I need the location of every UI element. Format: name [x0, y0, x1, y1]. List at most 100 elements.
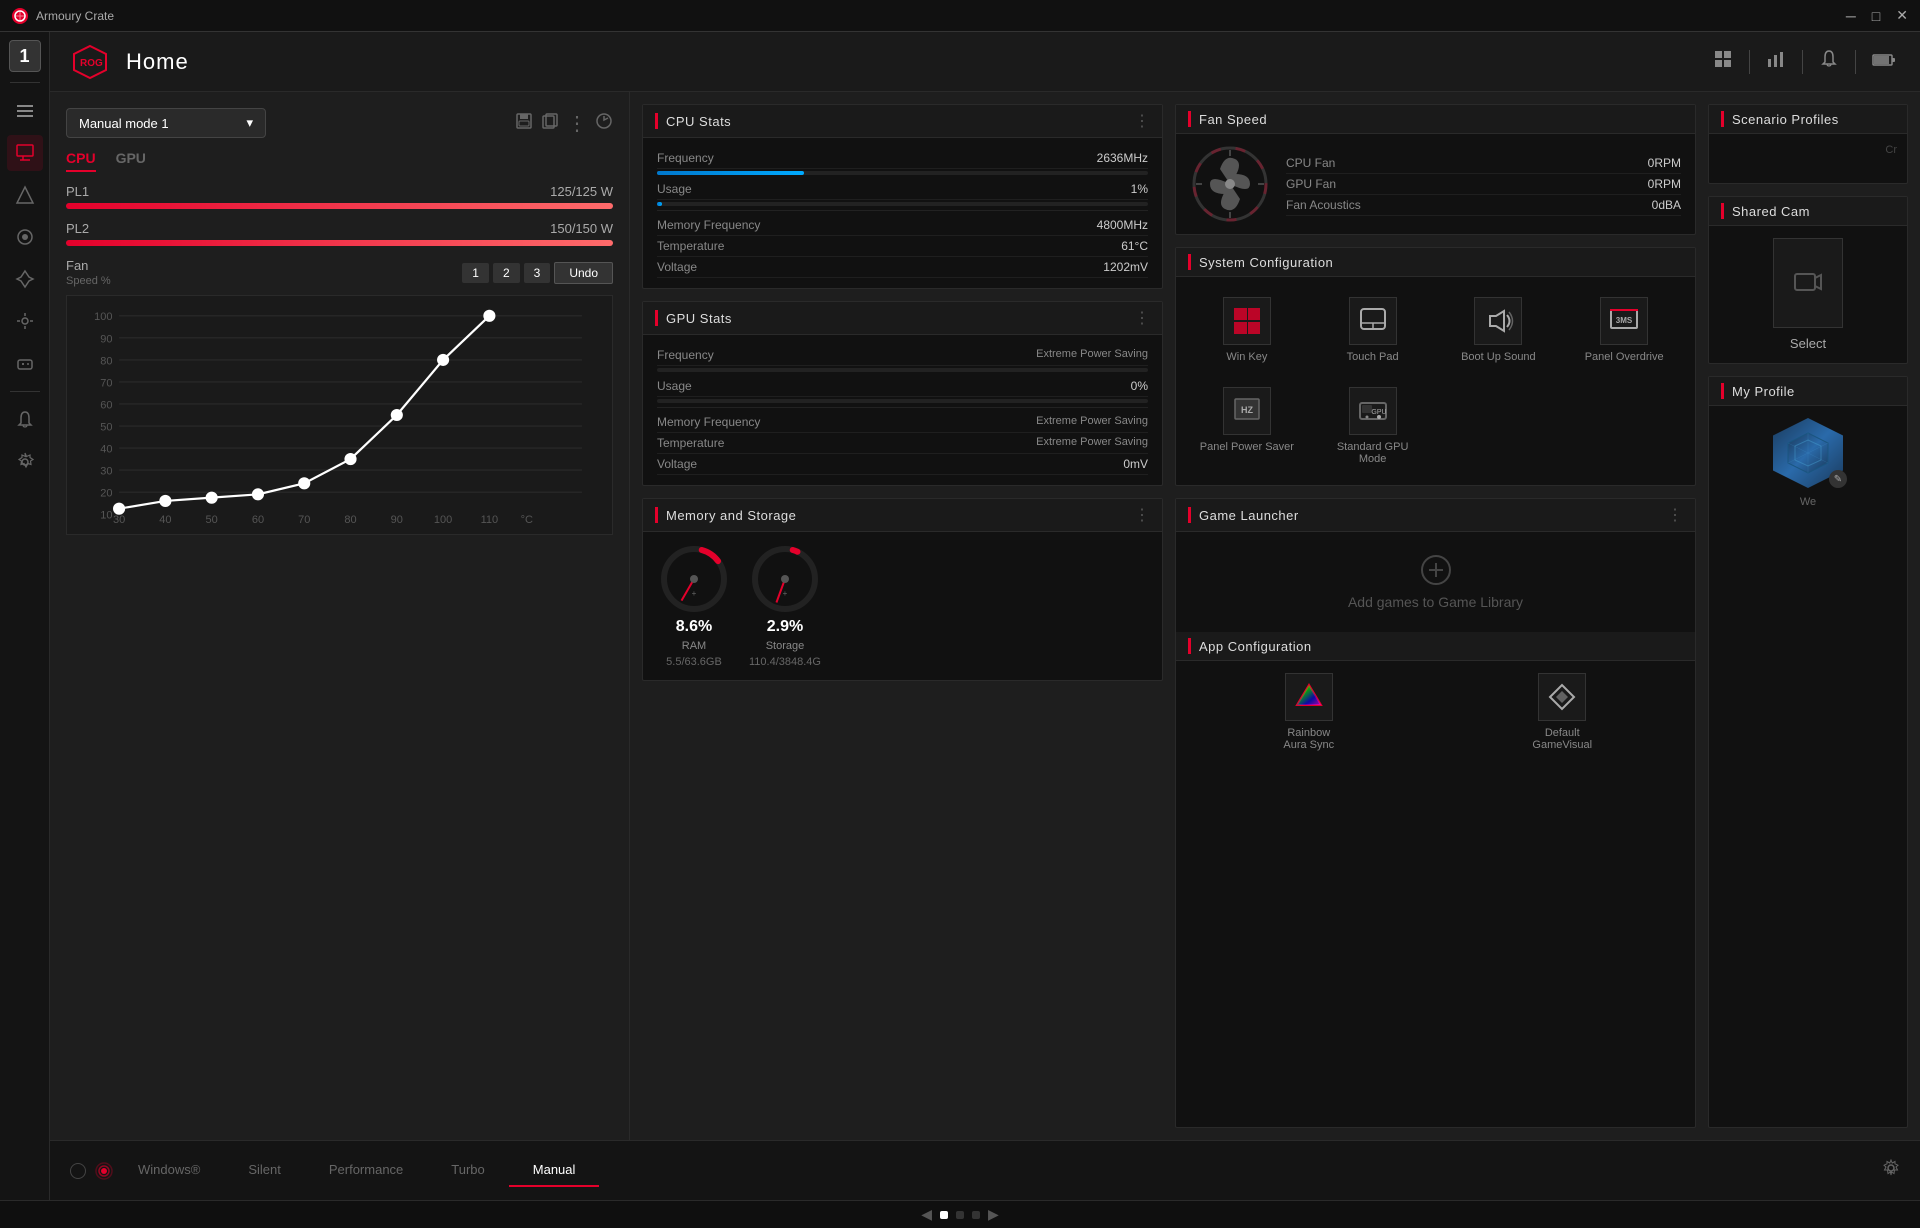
svg-text:50: 50	[206, 514, 218, 526]
sidebar-item-tools[interactable]	[7, 303, 43, 339]
mode-tab-turbo[interactable]: Turbo	[427, 1154, 508, 1187]
app-config-game-visual[interactable]: Default GameVisual	[1442, 673, 1684, 751]
minimize-button[interactable]: ─	[1846, 8, 1856, 24]
config-touch-pad[interactable]: Touch Pad	[1314, 289, 1432, 371]
bottom-dot-1[interactable]	[940, 1211, 948, 1219]
fan-chart-svg: 100 90 80 70 60 50 40 30 20 10 30	[75, 304, 604, 526]
mem-storage-more-icon[interactable]: ⋮	[1134, 505, 1150, 525]
bottom-modes-bar: Windows® Silent Performance Turbo Manual	[50, 1140, 1920, 1200]
touch-pad-icon	[1349, 297, 1397, 345]
refresh-icon[interactable]	[595, 112, 613, 135]
app-config-rainbow-aura[interactable]: Rainbow Aura Sync	[1188, 673, 1430, 751]
sidebar-item-notification[interactable]	[7, 402, 43, 438]
config-gpu-mode[interactable]: GPU Standard GPU Mode	[1314, 379, 1432, 473]
gpu-frequency-label: Frequency	[657, 348, 714, 362]
gpu-stats-card: GPU Stats ⋮ Frequency Extreme Power Savi…	[642, 301, 1163, 486]
gpu-stats-more-icon[interactable]: ⋮	[1134, 308, 1150, 328]
boot-up-sound-label: Boot Up Sound	[1461, 351, 1536, 363]
stats-icon[interactable]	[1762, 45, 1790, 78]
bottom-prev-icon[interactable]: ◀	[921, 1206, 932, 1223]
tab-cpu[interactable]: CPU	[66, 150, 96, 172]
mode-dropdown[interactable]: Manual mode 1 ▾	[66, 108, 266, 138]
fan-label: Fan	[66, 258, 88, 273]
ram-percentage: 8.6%	[676, 618, 712, 636]
tab-gpu[interactable]: GPU	[116, 150, 146, 172]
svg-text:+: +	[692, 589, 697, 598]
svg-text:°C: °C	[521, 514, 533, 526]
bottom-dot-3[interactable]	[972, 1211, 980, 1219]
pl1-slider-track[interactable]	[66, 203, 613, 209]
sidebar-item-scenario[interactable]	[7, 261, 43, 297]
close-button[interactable]: ✕	[1896, 7, 1908, 24]
settings-gear-icon[interactable]	[1882, 1159, 1900, 1182]
svg-text:90: 90	[100, 333, 112, 345]
mode-tab-performance[interactable]: Performance	[305, 1154, 427, 1187]
copy-icon[interactable]	[541, 112, 559, 135]
fan-undo-button[interactable]: Undo	[554, 262, 613, 284]
config-win-key[interactable]: Win Key	[1188, 289, 1306, 371]
mem-storage-body: + 8.6% RAM 5.5/63.6GB	[643, 532, 1162, 680]
header-divider-3	[1855, 50, 1856, 74]
sidebar-item-menu[interactable]	[7, 93, 43, 129]
sidebar-item-settings[interactable]	[7, 444, 43, 480]
cpu-stats-more-icon[interactable]: ⋮	[1134, 111, 1150, 131]
rainbow-aura-label: Rainbow Aura Sync	[1283, 727, 1334, 751]
mode-tab-manual[interactable]: Manual	[509, 1154, 600, 1187]
gpu-usage-value: 0%	[1131, 379, 1148, 393]
more-options-icon[interactable]: ⋮	[567, 111, 587, 136]
cpu-temp-row: Temperature 61°C	[657, 236, 1148, 257]
save-icon[interactable]	[515, 112, 533, 135]
config-boot-up-sound[interactable]: Boot Up Sound	[1440, 289, 1558, 371]
gpu-voltage-value: 0mV	[1123, 457, 1148, 471]
cpu-divider-1	[657, 210, 1148, 211]
storage-gauge: +	[750, 544, 820, 614]
profile-edit-button[interactable]: ✎	[1829, 470, 1847, 488]
sidebar-item-game[interactable]	[7, 345, 43, 381]
my-profile-accent	[1721, 383, 1724, 399]
maximize-button[interactable]: □	[1872, 8, 1880, 24]
cpu-frequency-bar	[657, 171, 1148, 175]
fan-preset-3[interactable]: 3	[524, 263, 551, 283]
header-divider-1	[1749, 50, 1750, 74]
sidebar-item-aura[interactable]	[7, 177, 43, 213]
svg-text:50: 50	[100, 421, 112, 433]
bottom-dot-2[interactable]	[956, 1211, 964, 1219]
mode-tab-windows[interactable]: Windows®	[114, 1154, 224, 1187]
storage-gauge-container: + 2.9% Storage 110.4/3848.4G	[749, 544, 821, 668]
fan-sublabel: Speed %	[66, 275, 111, 287]
game-launcher-more-icon[interactable]: ⋮	[1667, 505, 1683, 525]
sidebar-item-devices[interactable]	[7, 135, 43, 171]
bottom-next-icon[interactable]: ▶	[988, 1206, 999, 1223]
cpu-usage-label: Usage	[657, 182, 692, 196]
cpu-memfreq-row: Memory Frequency 4800MHz	[657, 215, 1148, 236]
shared-cam-select-button[interactable]: Select	[1790, 336, 1826, 351]
mode-circle-button[interactable]	[70, 1163, 86, 1179]
gpu-stats-accent	[655, 310, 658, 326]
pl2-slider-track[interactable]	[66, 240, 613, 246]
cpu-usage-bar-fill	[657, 202, 662, 206]
my-profile-body: ✎ We	[1709, 406, 1907, 520]
win-key-icon	[1223, 297, 1271, 345]
fan-stats: CPU Fan 0RPM GPU Fan 0RPM Fan Acoustics …	[1286, 153, 1681, 216]
fan-dial-icon	[1190, 144, 1270, 224]
fan-preset-1[interactable]: 1	[462, 263, 489, 283]
sidebar-item-profile[interactable]: 1	[9, 40, 41, 72]
game-launcher-body[interactable]: Add games to Game Library	[1176, 532, 1695, 632]
grid-view-icon[interactable]	[1709, 45, 1737, 78]
sidebar-item-armoury[interactable]	[7, 219, 43, 255]
scenario-profiles-accent	[1721, 111, 1724, 127]
fan-chart[interactable]: 100 90 80 70 60 50 40 30 20 10 30	[66, 295, 613, 535]
notification-icon[interactable]	[1815, 45, 1843, 78]
svg-text:100: 100	[94, 311, 112, 323]
ram-gauge-container: + 8.6% RAM 5.5/63.6GB	[659, 544, 729, 668]
mode-tab-silent[interactable]: Silent	[224, 1154, 305, 1187]
config-panel-power-saver[interactable]: HZ Panel Power Saver	[1188, 379, 1306, 473]
system-config-card: System Configuration	[1175, 247, 1696, 486]
fan-preset-2[interactable]: 2	[493, 263, 520, 283]
battery-icon[interactable]	[1868, 47, 1900, 76]
cpu-usage-bar	[657, 202, 1148, 206]
panel-overdrive-label: Panel Overdrive	[1585, 351, 1664, 363]
pl2-slider-fill	[66, 240, 613, 246]
config-panel-overdrive[interactable]: 3MS Panel Overdrive	[1565, 289, 1683, 371]
cpu-stats-accent	[655, 113, 658, 129]
